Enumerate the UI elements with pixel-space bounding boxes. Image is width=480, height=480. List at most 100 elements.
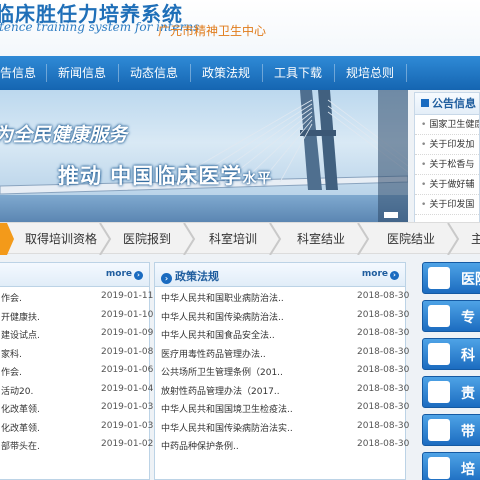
list-item-date: 2019-01-10 [101, 309, 154, 320]
policy-panel: › 政策法规 more › 中华人民共和国职业病防治法.. 2018-08-30 中华… [154, 262, 409, 480]
step-qualification[interactable]: 取得培训资格 [20, 223, 102, 255]
list-item-date: 2018-08-30 [357, 328, 410, 338]
step-hospital-checkin[interactable]: 医院报到 [112, 223, 182, 255]
list-item[interactable]: 建设试点. 2019-01-09 [0, 324, 153, 343]
list-item-date: 2018-08-30 [357, 420, 410, 431]
list-item-title: 化改革领. [1, 405, 40, 415]
nav-divider [406, 64, 407, 82]
list-item-title: 中华人民共和国传染病防治法.. [161, 312, 284, 323]
list-item[interactable]: 放射性药品管理办法（2017.. 2018-08-30 [155, 380, 409, 399]
banner-slogan-2-small: 水平 [242, 171, 273, 187]
news-list-panel: more › 作会. 2019-01-11 开健康扶. 2019-01-10 建设试点… [0, 262, 153, 480]
list-item-date: 2018-08-30 [357, 291, 410, 301]
nav-item-dynamics[interactable]: 动态信息 [124, 56, 184, 90]
nav-divider [118, 64, 119, 82]
announcement-item[interactable]: 关于印发国 [415, 195, 479, 215]
chart-icon [428, 381, 450, 403]
side-button-department[interactable]: 科 [422, 338, 480, 370]
list-item[interactable]: 化改革领. 2019-01-03 [0, 417, 153, 436]
announcement-item[interactable]: 国家卫生健康 [415, 115, 479, 135]
news-list-header: more › [0, 263, 149, 287]
chevron-right-icon [357, 223, 370, 255]
list-item-title: 中华人民共和国传染病防治法实.. [161, 423, 293, 434]
hero-banner[interactable]: 为全民健康服务 推动 中国临床医学水平 [0, 90, 408, 222]
bridge-illustration [0, 90, 408, 222]
list-item-date: 2019-01-09 [101, 328, 154, 338]
list-item-date: 2018-08-30 [357, 365, 410, 375]
list-item[interactable]: 医疗用毒性药品管理办法.. 2018-08-30 [155, 343, 409, 362]
chevron-right-icon [99, 223, 112, 255]
side-button-label: 带 [461, 424, 475, 440]
policy-title-label: 政策法规 [175, 270, 219, 283]
page: 临床胜任力培养系统 etence training system for int… [0, 0, 480, 480]
list-item-title: 作会. [1, 294, 22, 304]
nav-item-announcements[interactable]: 告信息 [0, 56, 40, 90]
announcement-header: 公告信息 [415, 93, 479, 115]
step-more[interactable]: 主 [462, 223, 480, 255]
banner-slogan-2: 推动 中国临床医学水平 [58, 160, 272, 190]
nav-divider [334, 64, 335, 82]
announcement-item[interactable]: 关于印发加 [415, 135, 479, 155]
list-item[interactable]: 化改革领. 2019-01-03 [0, 398, 153, 417]
list-item[interactable]: 开健康扶. 2019-01-10 [0, 306, 153, 325]
list-item-title: 家科. [1, 349, 22, 360]
step-dept-training[interactable]: 科室培训 [198, 223, 268, 255]
nav-item-policies[interactable]: 政策法规 [196, 56, 256, 90]
nav-divider [190, 64, 191, 82]
nav-item-rules[interactable]: 规培总则 [340, 56, 400, 90]
list-item-title: 公共场所卫生管理条例（201.. [161, 368, 283, 378]
policy-panel-header: › 政策法规 more › [155, 263, 405, 287]
list-item-date: 2018-08-30 [357, 383, 410, 394]
announcement-item[interactable]: 关于松香与 [415, 155, 479, 175]
side-button-responsible[interactable]: 责 [422, 376, 480, 408]
doctor-icon [428, 267, 450, 289]
nav-item-downloads[interactable]: 工具下载 [268, 56, 328, 90]
list-item[interactable]: 作会. 2019-01-06 [0, 361, 153, 380]
list-item[interactable]: 家科. 2019-01-08 [0, 343, 153, 362]
banner-slogan-2-main: 推动 中国临床医学 [58, 164, 243, 188]
side-button-trainee[interactable]: 培 [422, 452, 480, 480]
announcement-item[interactable]: 关于做好辅 [415, 175, 479, 195]
list-item[interactable]: 公共场所卫生管理条例（201.. 2018-08-30 [155, 361, 409, 380]
list-item[interactable]: 中华人民共和国国境卫生检疫法.. 2018-08-30 [155, 398, 409, 417]
list-item[interactable]: 部带头在. 2019-01-02 [0, 435, 153, 454]
nav-item-news[interactable]: 新闻信息 [52, 56, 112, 90]
specialist-icon [428, 305, 450, 327]
announcement-title: 公告信息 [432, 97, 476, 110]
step-hospital-completion[interactable]: 医院结业 [376, 223, 446, 255]
list-item-date: 2018-08-30 [357, 402, 410, 412]
list-item-date: 2019-01-06 [101, 365, 154, 375]
side-button-label: 专 [461, 310, 475, 326]
more-link[interactable]: more › [106, 269, 143, 280]
list-item-title: 化改革领. [1, 423, 40, 434]
list-item-title: 部带头在. [1, 442, 40, 452]
list-item[interactable]: 中华人民共和国传染病防治法.. 2018-08-30 [155, 306, 409, 325]
side-button-label: 医院 [461, 272, 480, 288]
list-item[interactable]: 中华人民共和国食品安全法.. 2018-08-30 [155, 324, 409, 343]
list-item[interactable]: 作会. 2019-01-11 [0, 287, 153, 306]
list-item-title: 中华人民共和国职业病防治法.. [161, 294, 284, 304]
list-item-date: 2019-01-11 [101, 291, 154, 301]
list-item-title: 中药品种保护条例.. [161, 442, 239, 452]
side-button-teacher[interactable]: 带 [422, 414, 480, 446]
banner-pager[interactable] [384, 212, 398, 218]
more-label: more [361, 269, 388, 279]
step-dept-completion[interactable]: 科室结业 [286, 223, 356, 255]
list-item[interactable]: 中华人民共和国传染病防治法实.. 2018-08-30 [155, 417, 409, 436]
list-item-title: 医疗用毒性药品管理办法.. [161, 349, 266, 360]
announcement-panel: 公告信息 国家卫生健康 关于印发加 关于松香与 关于做好辅 关于印发国 [414, 92, 480, 224]
student-icon [428, 457, 450, 479]
side-button-specialty[interactable]: 专 [422, 300, 480, 332]
more-link[interactable]: more › [362, 269, 399, 280]
list-item-title: 中华人民共和国国境卫生检疫法.. [161, 405, 293, 415]
list-item[interactable]: 中药品种保护条例.. 2018-08-30 [155, 435, 409, 454]
process-steps: 取得培训资格 医院报到 科室培训 科室结业 医院结业 主 [0, 222, 480, 255]
list-item-date: 2019-01-03 [101, 402, 154, 412]
list-item[interactable]: 中华人民共和国职业病防治法.. 2018-08-30 [155, 287, 409, 306]
arrow-right-icon: › [134, 271, 143, 280]
list-item-title: 建设试点. [1, 331, 40, 341]
list-item[interactable]: 活动20. 2019-01-04 [0, 380, 153, 399]
site-header: 临床胜任力培养系统 etence training system for int… [0, 0, 480, 56]
square-bullet-icon [421, 99, 429, 107]
side-button-hospital[interactable]: 医院 [422, 262, 480, 294]
